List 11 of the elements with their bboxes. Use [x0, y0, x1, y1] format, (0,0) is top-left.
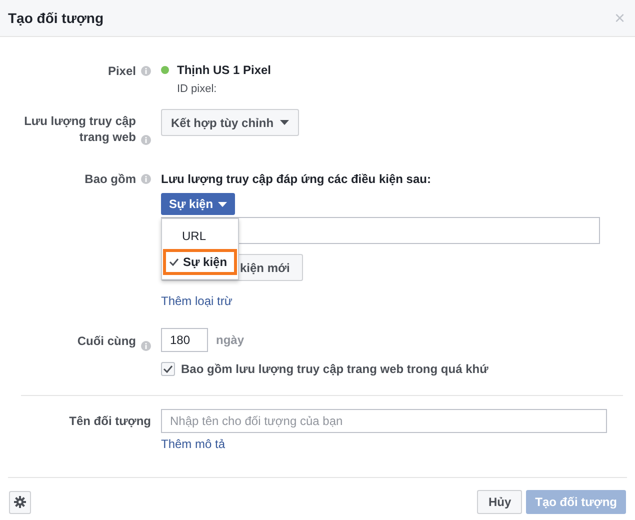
field-label: Cuối cùng [77, 333, 136, 349]
condition-heading: Lưu lượng truy cập đáp ứng các điều kiện sau: [161, 171, 431, 187]
unit-label: ngày [216, 333, 244, 347]
field-label: Tên đối tượng [69, 413, 151, 429]
checkbox-label: Bao gồm lưu lượng truy cập trang web trong quá khứ [181, 362, 488, 376]
pixel-name: Thịnh US 1 Pixel [177, 63, 272, 77]
field-label: Lưu lượng truy cập trang web [23, 113, 136, 145]
dialog-title: Tạo đối tượng [8, 10, 104, 26]
field-label: Bao gồm [84, 171, 136, 187]
field-label: Pixel [108, 63, 136, 79]
pixel-id-label: ID pixel: [177, 83, 217, 95]
